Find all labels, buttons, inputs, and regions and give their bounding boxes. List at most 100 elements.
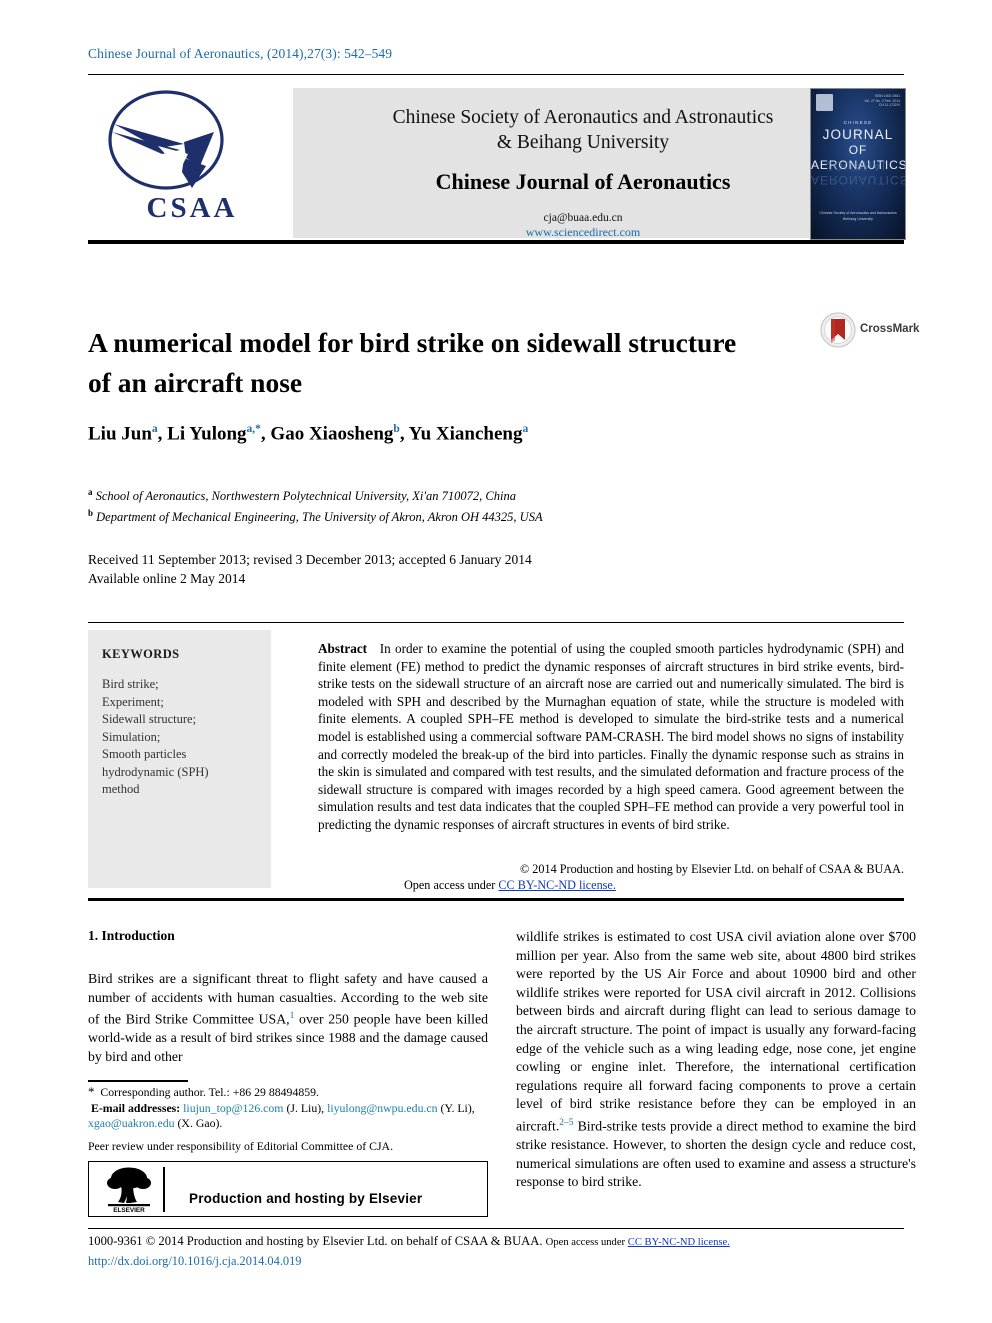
cover-chinese-label: CHINESE — [843, 120, 873, 125]
footnote-emails: E-mail addresses: liujun_top@126.com (J.… — [88, 1101, 488, 1132]
affiliation-b-text: Department of Mechanical Engineering, Th… — [96, 510, 543, 525]
abstract-copyright: © 2014 Production and hosting by Elsevie… — [318, 862, 904, 893]
abstract-label: Abstract — [318, 641, 368, 656]
abstract-open-access-prefix: Open access under — [404, 877, 499, 892]
csaa-logo-text: CSAA — [146, 192, 238, 224]
asterisk-icon: * — [88, 1084, 95, 1099]
keyword-item: method — [102, 782, 140, 796]
affiliation-b: b Department of Mechanical Engineering, … — [88, 505, 888, 526]
intro-right-part2: Bird-strike tests provide a direct metho… — [516, 1118, 916, 1190]
keyword-item: hydrodynamic (SPH) — [102, 764, 209, 779]
author-3: Gao Xiaosheng — [270, 423, 394, 445]
crossmark-icon — [820, 312, 856, 348]
article-history-line-2: Available online 2 May 2014 — [88, 571, 246, 586]
cover-reflect-line2: JOURNAL — [826, 159, 890, 173]
author-4: Yu Xiancheng — [408, 423, 523, 445]
keyword-item: Simulation; — [102, 729, 161, 744]
footnote-peer-review: Peer review under responsibility of Edit… — [88, 1138, 394, 1153]
email-link-3[interactable]: xgao@uakron.edu — [88, 1116, 175, 1130]
intro-paragraph-right: wildlife strikes is estimated to cost US… — [516, 928, 916, 1192]
email-link-1[interactable]: liujun_top@126.com — [183, 1101, 283, 1115]
journal-cover-thumbnail: ISSN 1000-9361 Vol. 27 No. 3 Feb. 2014 CN … — [810, 88, 906, 240]
column-left: 1. Introduction Bird strikes are a signi… — [88, 928, 488, 1067]
footer-doi-link[interactable]: http://dx.doi.org/10.1016/j.cja.2014.04.… — [88, 1252, 918, 1270]
abstract-license-line: Open access under CC BY-NC-ND license. — [404, 878, 904, 894]
affiliation-a: a School of Aeronautics, Northwestern Po… — [88, 484, 888, 505]
running-head: Chinese Journal of Aeronautics, (2014),2… — [88, 46, 393, 61]
footer-license-link[interactable]: CC BY-NC-ND license. — [628, 1237, 730, 1248]
abstract-body: In order to examine the potential of usi… — [318, 641, 905, 832]
footnote-corresponding-text: Corresponding author. Tel.: +86 29 88494… — [100, 1085, 319, 1099]
email-owner-1: (J. Liu), — [286, 1100, 325, 1115]
email-link-2[interactable]: liyulong@nwpu.edu.cn — [327, 1101, 437, 1115]
masthead-band: Chinese Society of Aeronautics and Astro… — [293, 88, 873, 240]
column-right: wildlife strikes is estimated to cost US… — [516, 928, 916, 1192]
email-owner-2: (Y. Li), — [440, 1100, 475, 1115]
keyword-item: Bird strike; — [102, 677, 159, 691]
society-line-1: Chinese Society of Aeronautics and Astro… — [392, 107, 774, 128]
cover-elsevier-mark — [816, 94, 833, 111]
cover-title-line1: JOURNAL — [822, 127, 894, 142]
elsevier-hosting-box: ELSEVIER Production and hosting by Elsev… — [88, 1161, 488, 1217]
cover-footer: Chinese Society of Aeronautics and Astro… — [811, 210, 905, 222]
header-rule — [88, 74, 904, 75]
author-2: Li Yulong — [167, 423, 247, 445]
journal-name: Chinese Journal of Aeronautics — [435, 169, 731, 194]
author-4-affiliation-marker: a — [522, 423, 529, 435]
abstract-bottom-rule — [88, 898, 904, 901]
society-line-2: & Beihang University — [496, 132, 670, 153]
page-title: A numerical model for bird strike on sid… — [88, 327, 737, 399]
footnote-email-label: E-mail addresses: — [90, 1100, 181, 1115]
crossmark-badge[interactable]: CrossMark — [820, 312, 925, 350]
keyword-item: Experiment; — [102, 694, 164, 709]
cover-issue-info: ISSN 1000-9361 Vol. 27 No. 3 Feb. 2014 CN … — [864, 94, 900, 108]
cover-title-line2: OF — [848, 142, 868, 157]
intro-paragraph-left: Bird strikes are a significant threat to… — [88, 970, 488, 1067]
abstract-text: Abstract In order to examine the potenti… — [318, 640, 904, 834]
affiliation-a-marker: a — [88, 487, 93, 497]
footer-rule — [88, 1228, 904, 1229]
keyword-item: Sidewall structure; — [102, 712, 197, 726]
abstract-license-link[interactable]: CC BY-NC-ND license. — [498, 878, 615, 892]
citation-ref-2-5[interactable]: 2–5 — [559, 1118, 573, 1128]
affiliation-b-marker: b — [88, 508, 94, 519]
sciencedirect-link[interactable]: www.sciencedirect.com — [293, 225, 873, 240]
author-list: Liu Juna, Li Yulonga,*, Gao Xiaoshengb, … — [88, 423, 529, 445]
keyword-item: Smooth particles — [102, 747, 187, 761]
cover-footer-line2: Beihang University — [843, 217, 873, 221]
elsevier-logo-word: ELSEVIER — [113, 1207, 145, 1214]
crossmark-label: CrossMark — [860, 323, 920, 335]
keywords-list: Bird strike; Experiment; Sidewall struct… — [102, 676, 257, 799]
cover-reflect-line1: AERONAUTICS — [811, 173, 906, 187]
author-2-affiliation-marker: a,* — [246, 423, 261, 435]
footnote-rule — [88, 1080, 188, 1082]
elsevier-hosting-text: Production and hosting by Elsevier — [189, 1191, 423, 1206]
section-heading-introduction: 1. Introduction — [88, 928, 175, 943]
email-owner-3: (X. Gao). — [177, 1116, 223, 1131]
journal-email: cja@buaa.edu.cn — [543, 212, 623, 224]
abstract-top-rule — [88, 622, 904, 623]
journal-masthead: CSAA Chinese Society of Aeronautics and … — [88, 88, 906, 240]
article-history: Received 11 September 2013; revised 3 De… — [88, 550, 888, 588]
footer-issn-copyright: 1000-9361 © 2014 Production and hosting … — [88, 1234, 543, 1248]
page-footer: 1000-9361 © 2014 Production and hosting … — [88, 1232, 918, 1270]
elsevier-tree-logo: ELSEVIER — [103, 1166, 155, 1214]
footer-open-access-prefix: Open access under — [545, 1237, 628, 1248]
article-history-line-1: Received 11 September 2013; revised 3 De… — [88, 552, 532, 567]
elsevier-box-divider — [163, 1167, 165, 1212]
footnote-corresponding-author: * Corresponding author. Tel.: +86 29 884… — [88, 1084, 488, 1101]
author-1-affiliation-marker: a — [151, 423, 158, 435]
author-1: Liu Jun — [88, 423, 152, 445]
masthead-bottom-rule — [88, 240, 904, 244]
keywords-heading: KEYWORDS — [102, 647, 180, 661]
affiliation-a-text: School of Aeronautics, Northwestern Poly… — [95, 489, 516, 504]
cover-title-reflection: AERONAUTICS JOURNAL — [811, 159, 905, 187]
abstract-copyright-line: © 2014 Production and hosting by Elsevie… — [520, 862, 904, 876]
footer-copyright-line: 1000-9361 © 2014 Production and hosting … — [88, 1232, 918, 1252]
keywords-box: KEYWORDS Bird strike; Experiment; Sidewa… — [88, 630, 271, 888]
affiliation-list: a School of Aeronautics, Northwestern Po… — [88, 484, 888, 526]
paper-page: Chinese Journal of Aeronautics, (2014),2… — [0, 0, 992, 1323]
footnote-block: * Corresponding author. Tel.: +86 29 884… — [88, 1084, 488, 1154]
intro-right-part1: wildlife strikes is estimated to cost US… — [516, 929, 916, 1134]
author-3-affiliation-marker: b — [393, 423, 400, 435]
